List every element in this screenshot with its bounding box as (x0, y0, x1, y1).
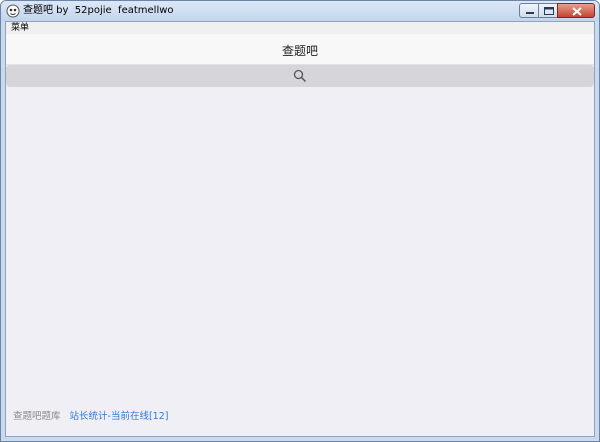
maximize-icon (544, 7, 554, 15)
app-icon (6, 4, 20, 18)
client-area: 菜单 查题吧 查题吧题库 站长统计-当前在线[12] (5, 21, 595, 437)
menu-item-menu[interactable]: 菜单 (11, 22, 29, 34)
maximize-button[interactable] (538, 3, 558, 18)
menu-bar: 菜单 (6, 22, 594, 34)
window-title: 查题吧 by 52pojie featmellwo (23, 5, 174, 16)
minimize-button[interactable] (519, 3, 539, 18)
footer: 查题吧题库 站长统计-当前在线[12] (13, 411, 168, 423)
stats-link[interactable]: 站长统计-当前在线[12] (70, 411, 169, 422)
close-icon (572, 7, 582, 16)
minimize-icon (526, 12, 534, 14)
close-button[interactable] (557, 3, 595, 18)
app-window: 查题吧 by 52pojie featmellwo 菜单 查题吧 查题吧题库 站… (0, 0, 600, 442)
window-controls (519, 3, 595, 18)
search-bar[interactable] (6, 65, 594, 87)
page-title: 查题吧 (281, 44, 318, 58)
footer-label: 查题吧题库 (13, 411, 61, 422)
title-bar[interactable]: 查题吧 by 52pojie featmellwo (1, 1, 599, 21)
page-header: 查题吧 (6, 34, 594, 65)
search-icon[interactable] (293, 69, 307, 83)
